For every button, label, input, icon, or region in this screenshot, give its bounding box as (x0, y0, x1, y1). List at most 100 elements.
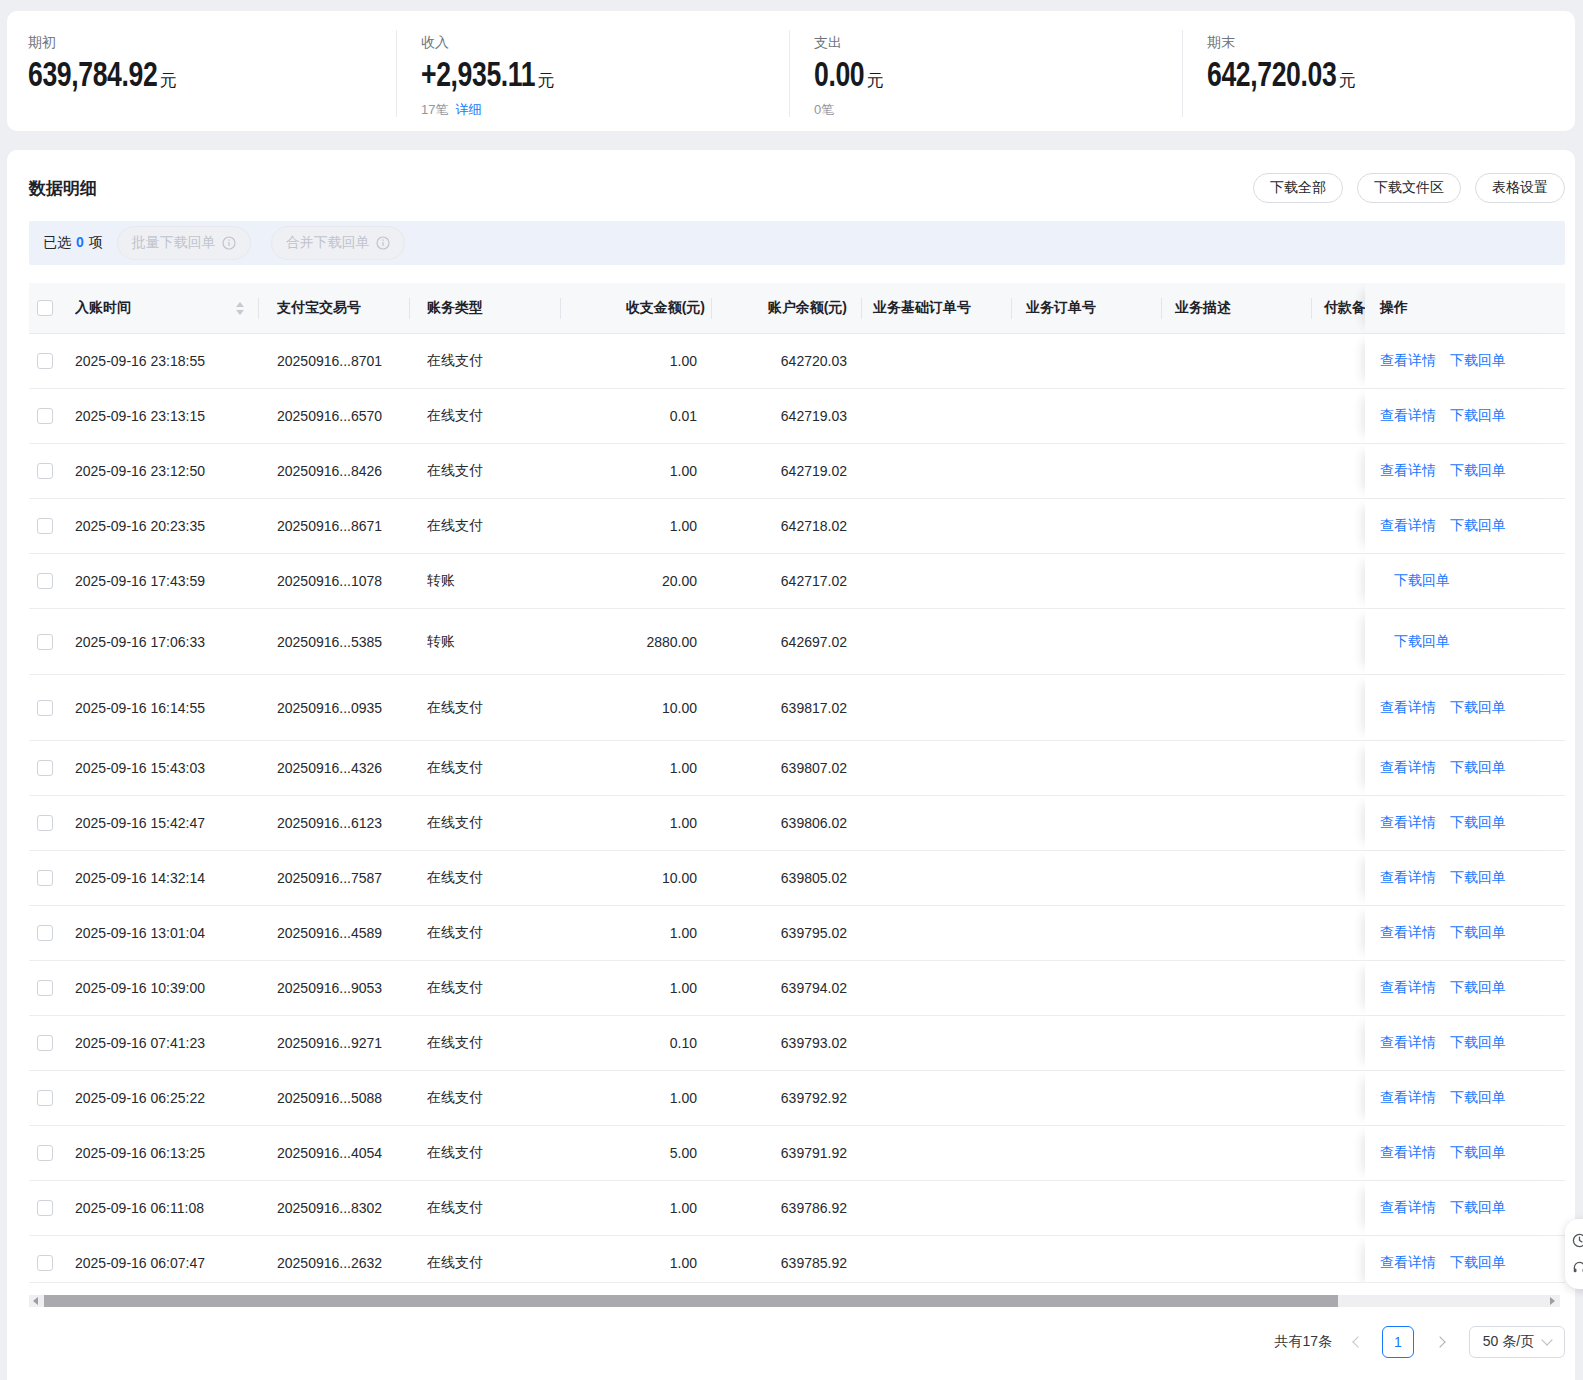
cell-amount: 0.01 (560, 389, 711, 443)
view-detail-link[interactable]: 查看详情 (1380, 1034, 1436, 1052)
page-size-select[interactable]: 50 条/页 (1469, 1326, 1565, 1358)
select-all-checkbox[interactable] (37, 300, 53, 316)
row-checkbox[interactable] (37, 353, 53, 369)
view-detail-link[interactable]: 查看详情 (1380, 1144, 1436, 1162)
view-detail-link[interactable]: 查看详情 (1380, 1089, 1436, 1107)
col-time[interactable]: 入账时间 (75, 283, 258, 333)
row-checkbox[interactable] (37, 573, 53, 589)
cell-account-type: 在线支付 (409, 796, 560, 850)
view-detail-link[interactable]: 查看详情 (1380, 1254, 1436, 1272)
cell-remark (1311, 796, 1365, 850)
cell-balance: 639785.92 (711, 1236, 861, 1283)
sort-icon[interactable] (236, 302, 244, 315)
cell-balance: 639793.02 (711, 1016, 861, 1070)
cell-base-order (861, 334, 1011, 388)
download-zone-button[interactable]: 下载文件区 (1357, 173, 1461, 203)
cell-amount: 1.00 (560, 1071, 711, 1125)
current-page[interactable]: 1 (1382, 1326, 1414, 1358)
floating-help-widget[interactable] (1565, 1219, 1583, 1289)
download-receipt-link[interactable]: 下载回单 (1450, 1199, 1506, 1217)
download-receipt-link[interactable]: 下载回单 (1450, 517, 1506, 535)
download-receipt-link[interactable]: 下载回单 (1450, 1254, 1506, 1272)
merge-download-button[interactable]: 合并下载回单 (271, 226, 405, 260)
cell-action: 查看详情 下载回单 (1365, 1236, 1565, 1283)
cell-desc (1161, 796, 1311, 850)
row-checkbox[interactable] (37, 1090, 53, 1106)
download-receipt-link[interactable]: 下载回单 (1450, 1089, 1506, 1107)
info-icon (376, 236, 390, 250)
scroll-left-arrow[interactable] (33, 1297, 38, 1305)
prev-page-button[interactable] (1352, 1337, 1362, 1347)
row-checkbox[interactable] (37, 980, 53, 996)
batch-download-button[interactable]: 批量下载回单 (117, 226, 251, 260)
next-page-button[interactable] (1434, 1337, 1444, 1347)
cell-balance: 639786.92 (711, 1181, 861, 1235)
cell-remark (1311, 444, 1365, 498)
horizontal-scrollbar[interactable] (29, 1295, 1560, 1307)
download-receipt-link[interactable]: 下载回单 (1394, 572, 1450, 590)
download-all-button[interactable]: 下载全部 (1253, 173, 1343, 203)
download-receipt-link[interactable]: 下载回单 (1450, 352, 1506, 370)
row-checkbox[interactable] (37, 870, 53, 886)
cell-transaction-id: 20250916...6570 (258, 389, 409, 443)
table-settings-button[interactable]: 表格设置 (1475, 173, 1565, 203)
row-checkbox[interactable] (37, 760, 53, 776)
view-detail-link[interactable]: 查看详情 (1380, 699, 1436, 717)
summary-label: 收入 (421, 35, 789, 49)
view-detail-link[interactable]: 查看详情 (1380, 462, 1436, 480)
row-checkbox[interactable] (37, 815, 53, 831)
row-checkbox[interactable] (37, 518, 53, 534)
download-receipt-link[interactable]: 下载回单 (1450, 699, 1506, 717)
download-receipt-link[interactable]: 下载回单 (1450, 759, 1506, 777)
cell-remark (1311, 961, 1365, 1015)
download-receipt-link[interactable]: 下载回单 (1450, 462, 1506, 480)
view-detail-link[interactable]: 查看详情 (1380, 979, 1436, 997)
scroll-right-arrow[interactable] (1550, 1297, 1555, 1305)
row-checkbox[interactable] (37, 1255, 53, 1271)
view-detail-link[interactable]: 查看详情 (1380, 814, 1436, 832)
scrollbar-thumb[interactable] (44, 1295, 1338, 1307)
view-detail-link[interactable]: 查看详情 (1380, 869, 1436, 887)
download-receipt-link[interactable]: 下载回单 (1450, 1144, 1506, 1162)
cell-base-order (861, 609, 1011, 674)
row-checkbox[interactable] (37, 1200, 53, 1216)
summary-label: 期末 (1207, 35, 1575, 49)
row-checkbox[interactable] (37, 408, 53, 424)
view-detail-link[interactable]: 查看详情 (1380, 1199, 1436, 1217)
summary-label: 支出 (814, 35, 1182, 49)
income-detail-link[interactable]: 详细 (455, 102, 481, 117)
col-balance: 账户余额(元) (711, 283, 861, 333)
headset-icon[interactable] (1572, 1260, 1583, 1275)
selected-count: 0 (76, 234, 84, 250)
row-checkbox[interactable] (37, 634, 53, 650)
summary-card: 期初 639,784.92元 收入 +2,935.11元 17笔详细 支出 0.… (7, 11, 1575, 131)
cell-remark (1311, 334, 1365, 388)
row-checkbox[interactable] (37, 463, 53, 479)
summary-label: 期初 (28, 35, 396, 49)
table-row: 2025-09-16 23:13:15 20250916...6570 在线支付… (29, 389, 1565, 444)
cell-amount: 1.00 (560, 961, 711, 1015)
download-receipt-link[interactable]: 下载回单 (1450, 407, 1506, 425)
download-receipt-link[interactable]: 下载回单 (1450, 869, 1506, 887)
cell-time: 2025-09-16 20:23:35 (75, 499, 258, 553)
view-detail-link[interactable]: 查看详情 (1380, 517, 1436, 535)
download-receipt-link[interactable]: 下载回单 (1450, 1034, 1506, 1052)
clock-icon[interactable] (1572, 1233, 1583, 1248)
row-checkbox[interactable] (37, 1145, 53, 1161)
view-detail-link[interactable]: 查看详情 (1380, 352, 1436, 370)
view-detail-link[interactable]: 查看详情 (1380, 759, 1436, 777)
row-checkbox[interactable] (37, 700, 53, 716)
download-receipt-link[interactable]: 下载回单 (1450, 979, 1506, 997)
view-detail-link[interactable]: 查看详情 (1380, 407, 1436, 425)
cell-desc (1161, 1071, 1311, 1125)
table-row: 2025-09-16 16:14:55 20250916...0935 在线支付… (29, 675, 1565, 741)
row-checkbox[interactable] (37, 1035, 53, 1051)
view-detail-link[interactable]: 查看详情 (1380, 924, 1436, 942)
download-receipt-link[interactable]: 下载回单 (1394, 633, 1450, 651)
row-checkbox[interactable] (37, 925, 53, 941)
cell-account-type: 在线支付 (409, 851, 560, 905)
download-receipt-link[interactable]: 下载回单 (1450, 924, 1506, 942)
cell-remark (1311, 906, 1365, 960)
download-receipt-link[interactable]: 下载回单 (1450, 814, 1506, 832)
cell-order (1011, 1126, 1161, 1180)
